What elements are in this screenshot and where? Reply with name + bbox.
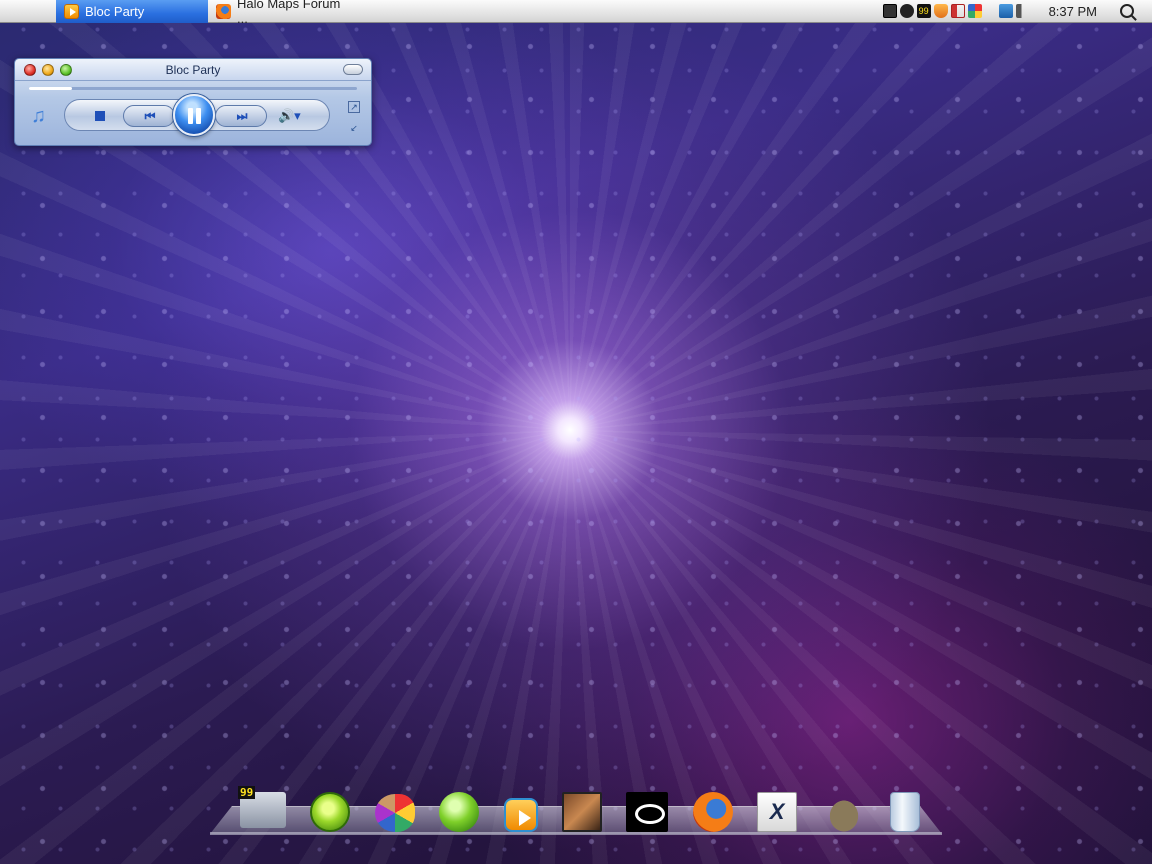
- music-note-icon[interactable]: ♫: [31, 105, 46, 128]
- dock-shelf-edge: [210, 832, 942, 835]
- display-icon[interactable]: [998, 4, 1013, 18]
- volume-button[interactable]: 🔊▾: [278, 108, 301, 124]
- seek-progress: [29, 87, 72, 90]
- xfire-x-icon[interactable]: X: [757, 792, 798, 832]
- paint-tools-icon[interactable]: [374, 794, 415, 832]
- player-title: Bloc Party: [165, 62, 221, 77]
- seek-bar[interactable]: [29, 87, 357, 90]
- toolbar-toggle-button[interactable]: [343, 64, 363, 75]
- next-button[interactable]: ⏭: [215, 105, 267, 127]
- gimp-icon[interactable]: [821, 792, 866, 832]
- firefox-icon: [216, 3, 231, 19]
- firefox-icon[interactable]: [692, 792, 733, 832]
- task-bloc-party[interactable]: Bloc Party: [56, 0, 208, 23]
- task-halo-maps-forum[interactable]: Halo Maps Forum ...: [208, 0, 360, 26]
- player-titlebar[interactable]: Bloc Party: [15, 59, 371, 81]
- top-taskbar: Bloc Party Halo Maps Forum ... 99 8:37 P…: [0, 0, 1152, 26]
- limewire-icon[interactable]: [310, 792, 351, 832]
- speaker-icon[interactable]: [1015, 4, 1030, 18]
- media-player-window: Bloc Party ♫ ⏮ ⏭ 🔊▾ ↗ ↙: [14, 58, 372, 146]
- media-player-icon[interactable]: [503, 798, 538, 832]
- xfire-monitor-icon[interactable]: 99: [238, 786, 286, 828]
- avatar-icon[interactable]: [561, 792, 602, 832]
- clock[interactable]: 8:37 PM: [1049, 4, 1097, 19]
- search-icon[interactable]: [1120, 4, 1134, 18]
- shield-icon[interactable]: [933, 4, 948, 18]
- recycle-bin-icon[interactable]: [889, 792, 920, 832]
- volume-icon[interactable]: [950, 4, 965, 18]
- pause-button[interactable]: [173, 94, 215, 136]
- dock: 99 X: [238, 782, 920, 832]
- apple-menu-icon[interactable]: [0, 0, 56, 23]
- steam-icon[interactable]: [626, 792, 669, 832]
- task-label: Bloc Party: [85, 3, 145, 19]
- task-label: Halo Maps Forum ...: [237, 0, 341, 26]
- network-icon[interactable]: [882, 4, 897, 18]
- paint-icon[interactable]: [967, 4, 982, 18]
- system-tray: 99 8:37 PM: [882, 0, 1152, 23]
- media-player-icon: [64, 3, 79, 19]
- switch-to-skin-icon[interactable]: ↙: [348, 123, 360, 135]
- switch-to-library-icon[interactable]: ↗: [348, 101, 360, 113]
- green-orb-icon[interactable]: [439, 792, 480, 832]
- stop-button[interactable]: [95, 111, 105, 121]
- xfire-icon[interactable]: 99: [916, 4, 931, 18]
- transport-controls: ⏮ ⏭ 🔊▾: [64, 94, 330, 136]
- xfire-badge: 99: [238, 786, 256, 799]
- steam-icon[interactable]: [899, 4, 914, 18]
- previous-button[interactable]: ⏮: [123, 105, 175, 127]
